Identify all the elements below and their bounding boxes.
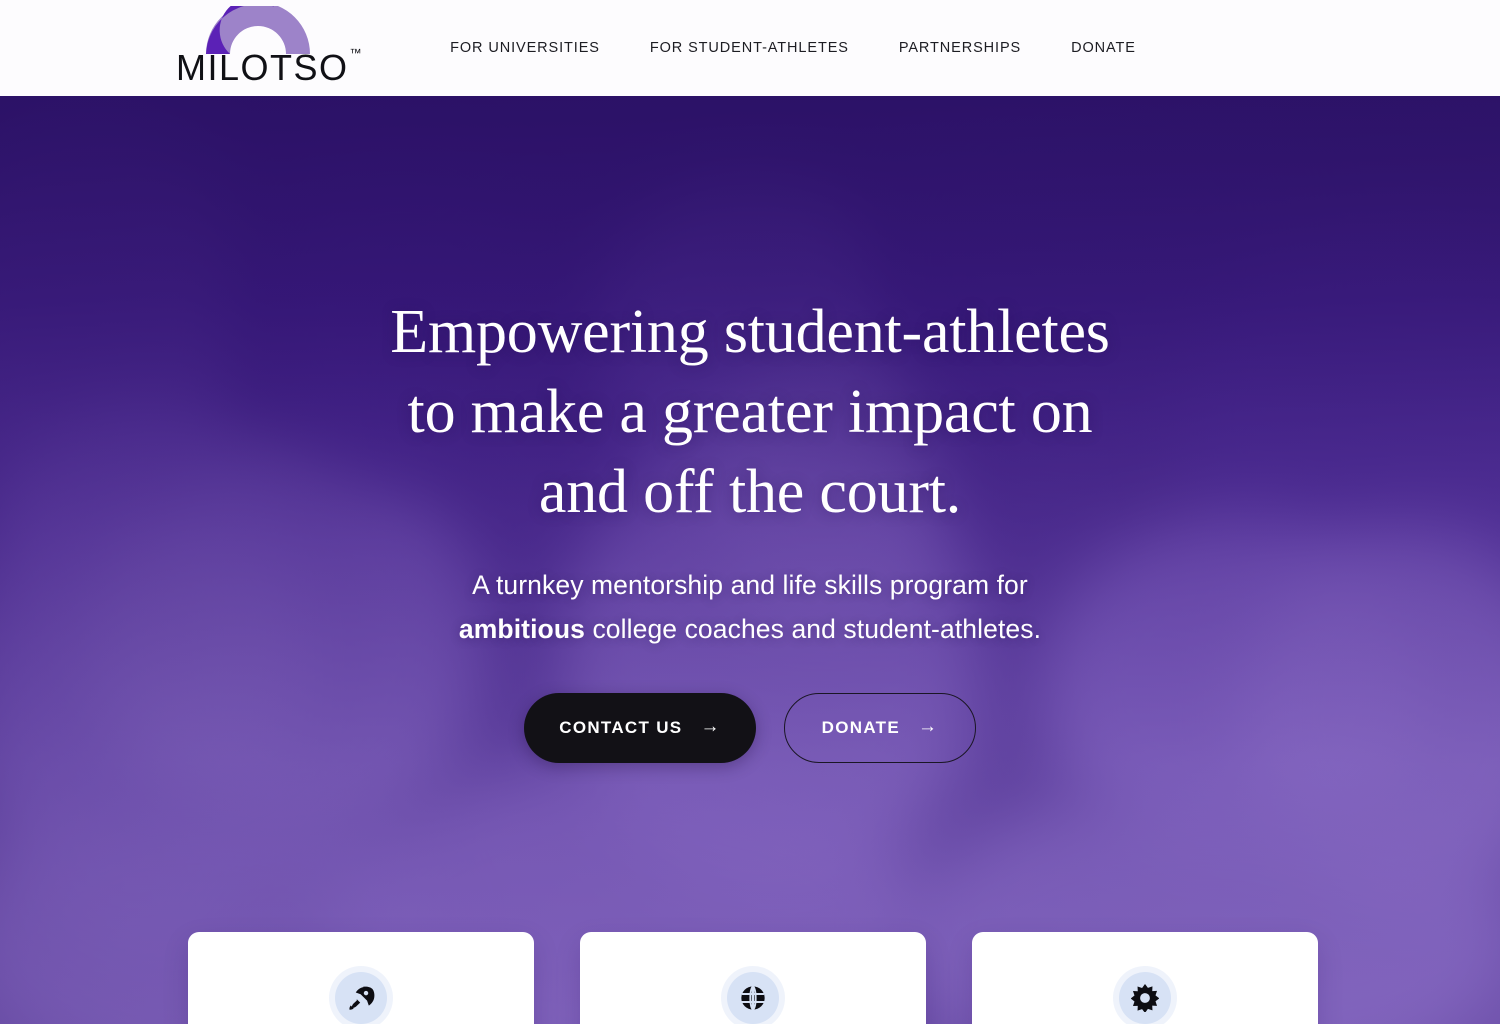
hero-heading-line-1: Empowering student-athletes bbox=[390, 298, 1110, 366]
gear-icon-badge bbox=[1119, 972, 1171, 1024]
feature-card-gear[interactable] bbox=[972, 932, 1318, 1024]
hero-heading: Empowering student-athletes to make a gr… bbox=[250, 293, 1250, 533]
rocket-icon-badge bbox=[335, 972, 387, 1024]
hero-subheading-emphasis: ambitious bbox=[458, 613, 585, 644]
contact-us-button[interactable]: CONTACT US → bbox=[524, 692, 756, 763]
hero-subheading: A turnkey mentorship and life skills pro… bbox=[290, 564, 1210, 652]
hero-cta-group: CONTACT US → DONATE → bbox=[524, 692, 976, 763]
feature-card-globe[interactable] bbox=[580, 932, 926, 1024]
gear-icon bbox=[1131, 984, 1159, 1012]
arrow-right-icon: → bbox=[918, 716, 939, 738]
feature-card-rocket[interactable] bbox=[188, 932, 534, 1024]
hero-background-photo bbox=[0, 96, 1500, 1024]
globe-icon bbox=[741, 985, 765, 1011]
globe-icon-badge bbox=[727, 972, 779, 1024]
hero-heading-line-3: and off the court. bbox=[538, 457, 962, 526]
hero-subheading-line-2: college coaches and student-athletes. bbox=[584, 613, 1042, 644]
hero-subheading-line-1: A turnkey mentorship and life skills pro… bbox=[472, 569, 1028, 600]
feature-cards bbox=[188, 932, 1320, 1024]
nav-item-for-universities[interactable]: FOR UNIVERSITIES bbox=[425, 40, 625, 56]
hero-heading-line-2: to make a greater impact on bbox=[407, 377, 1093, 446]
nav-item-for-student-athletes[interactable]: FOR STUDENT-ATHLETES bbox=[625, 40, 874, 56]
donate-button[interactable]: DONATE → bbox=[784, 692, 976, 763]
main-navigation: FOR UNIVERSITIES FOR STUDENT-ATHLETES PA… bbox=[0, 0, 1500, 96]
contact-us-button-label: CONTACT US bbox=[559, 717, 683, 737]
donate-button-label: DONATE bbox=[821, 717, 900, 737]
arrow-right-icon: → bbox=[700, 716, 721, 738]
landing-page: MILOTSO™ FOR UNIVERSITIES FOR STUDENT-AT… bbox=[0, 0, 1500, 1024]
hero-section: Empowering student-athletes to make a gr… bbox=[0, 96, 1500, 1024]
rocket-icon bbox=[349, 986, 375, 1010]
nav-item-donate[interactable]: DONATE bbox=[1046, 40, 1161, 56]
hero-tint bbox=[0, 96, 1500, 1024]
nav-item-partnerships[interactable]: PARTNERSHIPS bbox=[874, 40, 1046, 56]
site-header: MILOTSO™ FOR UNIVERSITIES FOR STUDENT-AT… bbox=[0, 0, 1500, 96]
